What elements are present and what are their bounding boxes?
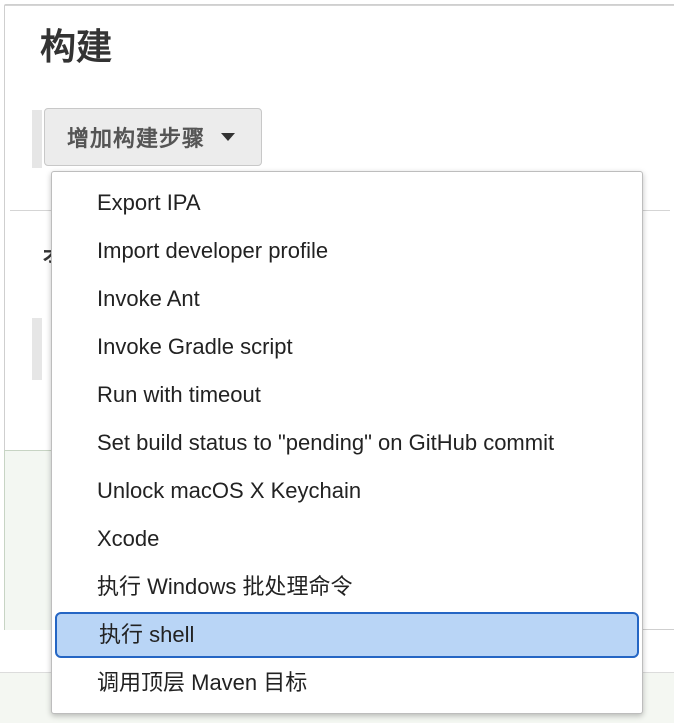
add-build-step-label: 增加构建步骤 xyxy=(67,127,206,152)
add-build-step-button[interactable]: 增加构建步骤 xyxy=(44,108,262,166)
drag-handle-bar-2 xyxy=(32,318,42,380)
panel-top-border xyxy=(5,5,674,6)
menu-item-windows-batch[interactable]: 执行 Windows 批处理命令 xyxy=(52,563,642,611)
menu-item-invoke-gradle-script[interactable]: Invoke Gradle script xyxy=(52,323,642,371)
menu-item-execute-shell[interactable]: 执行 shell xyxy=(55,612,639,658)
menu-item-export-ipa[interactable]: Export IPA xyxy=(52,179,642,227)
menu-item-import-developer-profile[interactable]: Import developer profile xyxy=(52,227,642,275)
menu-item-run-with-timeout[interactable]: Run with timeout xyxy=(52,371,642,419)
menu-item-invoke-maven[interactable]: 调用顶层 Maven 目标 xyxy=(52,659,642,707)
build-step-dropdown-menu: Export IPA Import developer profile Invo… xyxy=(51,171,643,714)
menu-item-invoke-ant[interactable]: Invoke Ant xyxy=(52,275,642,323)
menu-item-xcode[interactable]: Xcode xyxy=(52,515,642,563)
caret-down-icon xyxy=(221,133,236,141)
drag-handle-bar xyxy=(32,110,42,168)
section-title: 构建 xyxy=(40,27,113,68)
menu-item-unlock-keychain[interactable]: Unlock macOS X Keychain xyxy=(52,467,642,515)
menu-item-set-build-status-pending[interactable]: Set build status to "pending" on GitHub … xyxy=(52,419,642,467)
